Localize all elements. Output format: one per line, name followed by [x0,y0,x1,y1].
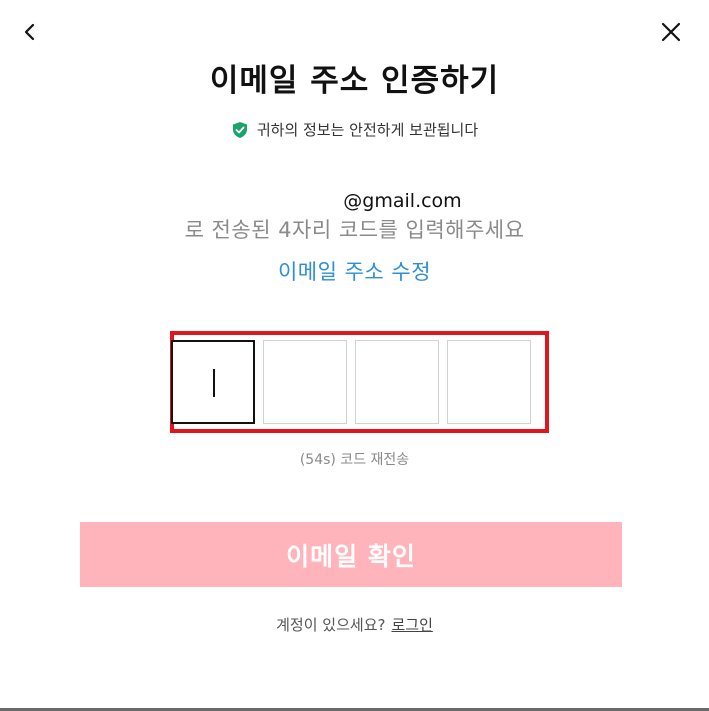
code-digit-4[interactable] [447,340,531,424]
secure-notice: 귀하의 정보는 안전하게 보관됩니다 [0,119,709,140]
email-address: @gmail.com [0,190,709,212]
page-title: 이메일 주소 인증하기 [209,63,500,99]
account-question: 계정이 있으세요? [276,616,386,634]
masked-email-local-part [247,191,344,212]
code-digit-1[interactable] [171,340,255,424]
chevron-left-icon [24,23,35,41]
login-link[interactable]: 로그인 [391,616,432,634]
edit-email-link[interactable]: 이메일 주소 수정 [0,256,709,286]
code-digit-3[interactable] [355,340,439,424]
shield-check-icon [232,121,247,138]
code-sent-message: 로 전송된 4자리 코드를 입력해주세요 [184,218,525,242]
code-digit-2[interactable] [263,340,347,424]
back-button[interactable] [12,14,48,50]
text-caret [213,369,215,397]
login-prompt: 계정이 있으세요? 로그인 [0,614,709,635]
resend-code-button[interactable]: (54s) 코드 재전송 [0,449,709,469]
close-button[interactable] [653,14,689,50]
confirm-email-button[interactable]: 이메일 확인 [80,522,622,587]
email-suffix: @gmail.com [343,190,462,212]
secure-text: 귀하의 정보는 안전하게 보관됩니다 [256,121,479,139]
close-icon [661,22,681,42]
